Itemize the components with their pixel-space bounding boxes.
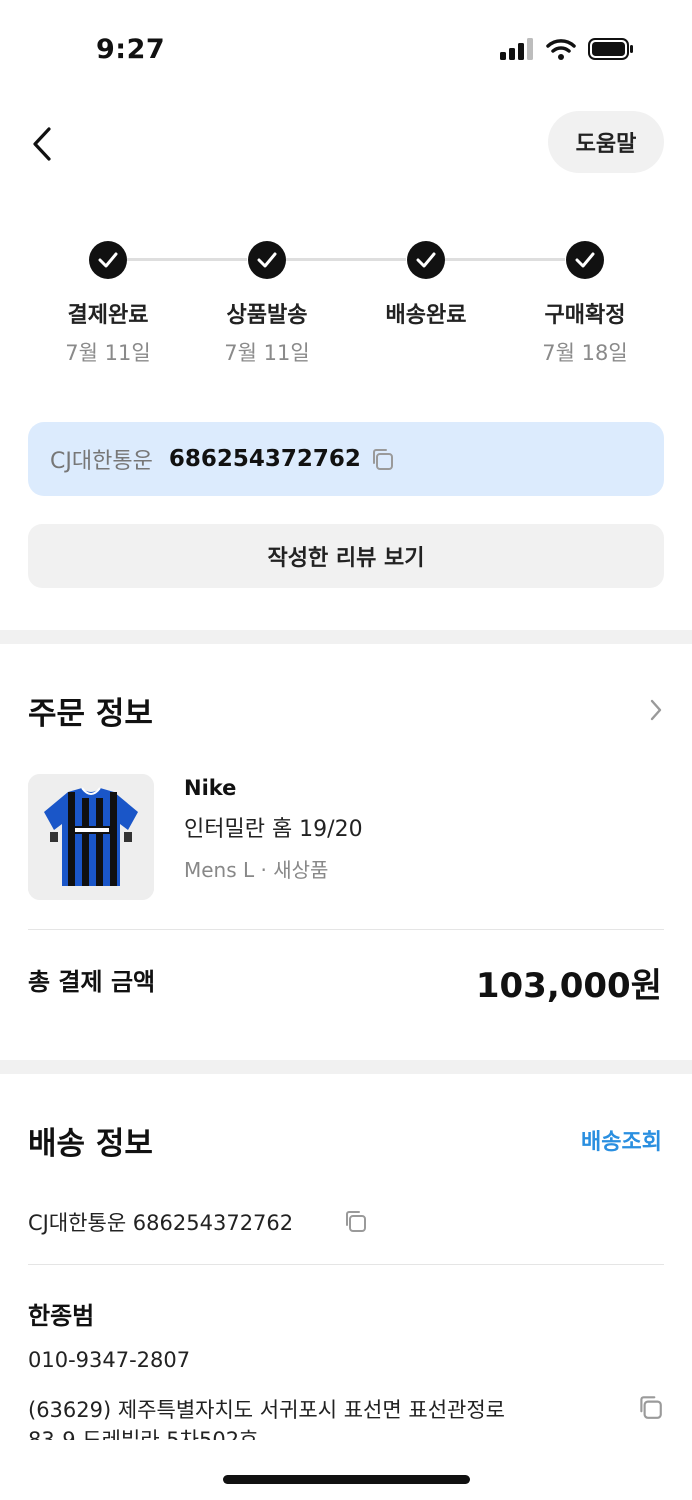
- cellular-signal-icon: [500, 38, 533, 60]
- step-check-icon: [89, 241, 127, 279]
- section-divider: [0, 630, 692, 644]
- step-label: 상품발송: [226, 303, 308, 328]
- total-payment-label: 총 결제 금액: [28, 968, 156, 996]
- copy-icon[interactable]: [342, 1208, 368, 1238]
- progress-line: [445, 258, 565, 261]
- track-delivery-link[interactable]: 배송조회: [581, 1124, 662, 1156]
- total-payment-amount: 103,000원: [475, 966, 662, 1006]
- shipping-address-line2-text: 83-9 드레빌라 5차502호: [28, 1428, 259, 1440]
- product-brand: Nike: [184, 776, 237, 800]
- shipping-address-line2: 83-9 드레빌라 5차502호: [28, 1426, 628, 1440]
- copy-icon[interactable]: [636, 1393, 664, 1425]
- status-time: 9:27: [96, 34, 166, 65]
- progress-line: [286, 258, 406, 261]
- tracking-number-box: CJ대한통운 686254372762: [28, 422, 664, 496]
- battery-icon: [588, 38, 633, 60]
- shipping-address-line1: (63629) 제주특별자치도 서귀포시 표선면 표선관정로: [28, 1398, 505, 1422]
- help-button[interactable]: 도움말: [548, 111, 664, 173]
- product-options: Mens L · 새상품: [184, 858, 329, 882]
- shipping-carrier-tracking: CJ대한통운 686254372762: [28, 1211, 294, 1235]
- shipping-info-title: 배송 정보: [28, 1126, 153, 1162]
- back-button[interactable]: [22, 120, 62, 168]
- step-date: 7월 11일: [65, 341, 151, 365]
- divider-line: [28, 1264, 664, 1265]
- order-info-chevron-icon[interactable]: [648, 698, 664, 726]
- section-divider: [0, 1060, 692, 1074]
- step-check-icon: [407, 241, 445, 279]
- recipient-phone: 010-9347-2807: [28, 1348, 191, 1372]
- progress-line: [127, 258, 247, 261]
- tracking-carrier: CJ대한통운: [50, 449, 153, 474]
- wifi-icon: [546, 39, 576, 60]
- step-check-icon: [566, 241, 604, 279]
- status-icons: [500, 38, 634, 60]
- step-date: 7월 11일: [224, 341, 310, 365]
- step-label: 배송완료: [385, 303, 467, 328]
- home-indicator[interactable]: [223, 1475, 470, 1484]
- product-name[interactable]: 인터밀란 홈 19/20: [184, 811, 363, 843]
- view-review-button[interactable]: 작성한 리뷰 보기: [28, 524, 664, 588]
- tracking-number: 686254372762: [168, 446, 361, 472]
- chevron-left-icon: [33, 127, 51, 161]
- step-date: 7월 18일: [542, 341, 628, 365]
- divider-line: [28, 929, 664, 930]
- copy-icon[interactable]: [369, 446, 395, 472]
- step-label: 결제완료: [67, 303, 149, 328]
- step-label: 구매확정: [544, 303, 626, 328]
- step-check-icon: [248, 241, 286, 279]
- product-image[interactable]: [28, 774, 154, 900]
- recipient-name: 한종범: [28, 1302, 95, 1330]
- order-info-title: 주문 정보: [28, 696, 153, 732]
